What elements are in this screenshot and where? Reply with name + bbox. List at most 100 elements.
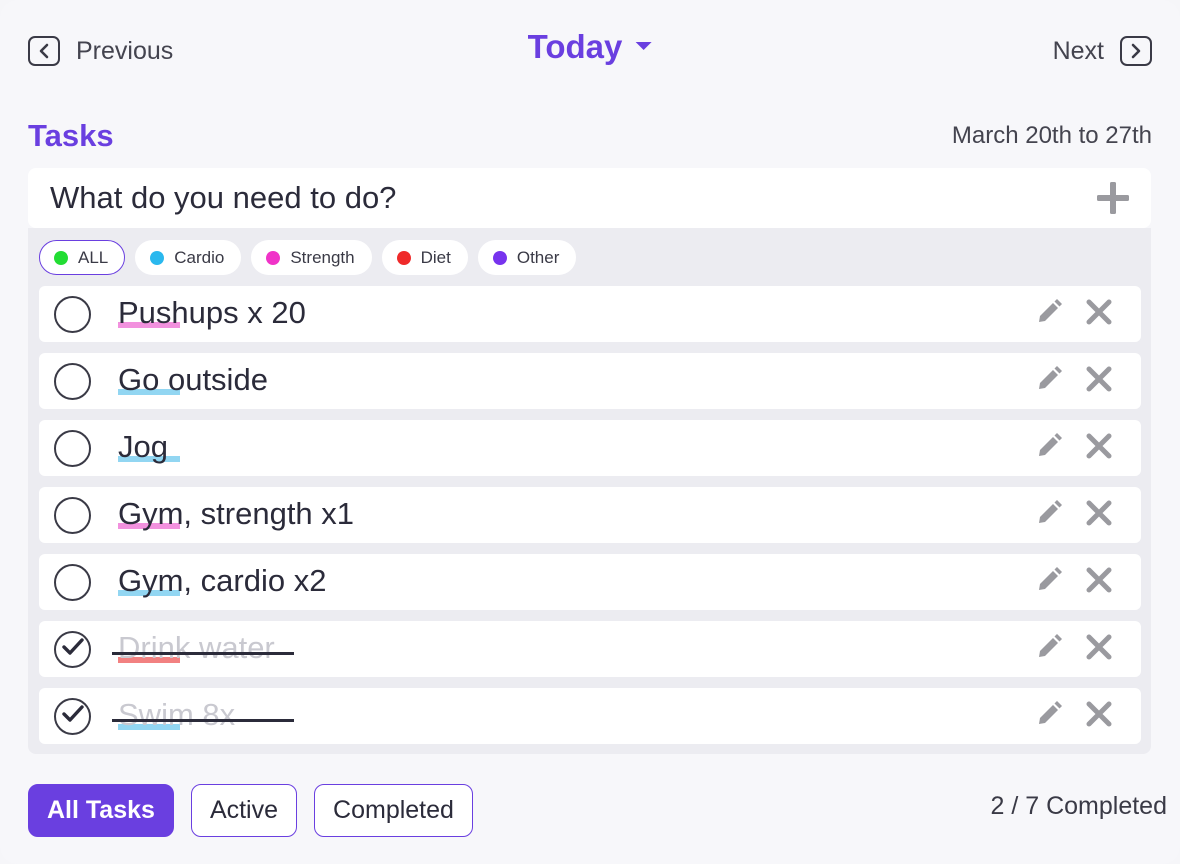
edit-button[interactable] [1034, 700, 1064, 733]
close-icon [1085, 633, 1113, 666]
task-text-wrapper: Go outside [118, 362, 268, 397]
status-tabs: All Tasks Active Completed [28, 784, 473, 837]
delete-button[interactable] [1084, 366, 1114, 396]
task-text-wrapper: Swim 8x [112, 697, 294, 732]
pencil-icon [1035, 499, 1063, 532]
filter-chip-diet[interactable]: Diet [381, 240, 468, 275]
chevron-left-icon [28, 36, 60, 66]
task-checkbox[interactable] [54, 363, 91, 400]
task-label: Gym, strength x1 [118, 496, 355, 531]
task-actions [1034, 432, 1114, 465]
completed-count: 2 / 7 Completed [990, 792, 1168, 820]
app: Previous Today Next Tasks March 20th to … [0, 0, 1180, 864]
delete-button[interactable] [1084, 299, 1114, 329]
task-checkbox[interactable] [54, 296, 91, 333]
next-label: Next [1052, 36, 1104, 65]
task-list: Pushups x 20 Go outside Jog Gym, strength x… [39, 286, 1141, 755]
delete-button[interactable] [1084, 634, 1114, 664]
filter-chip-other[interactable]: Other [477, 240, 577, 275]
period-dropdown[interactable]: Today [528, 28, 653, 66]
filter-chip-label: Strength [290, 247, 355, 267]
task-text-wrapper: Gym, cardio x2 [118, 563, 326, 598]
strikethrough-line [112, 652, 294, 655]
close-icon [1085, 432, 1113, 465]
task-actions [1034, 633, 1114, 664]
close-icon [1085, 365, 1113, 398]
caret-down-icon [634, 38, 652, 56]
previous-button[interactable]: Previous [28, 36, 173, 66]
new-task-input[interactable] [50, 176, 1050, 220]
period-label: Today [527, 28, 623, 65]
plus-icon [1097, 182, 1129, 214]
task-label: Jog [118, 429, 168, 464]
task-label: Swim 8x [118, 697, 236, 732]
pencil-icon [1035, 700, 1063, 733]
new-task-bar [28, 168, 1151, 228]
date-range: March 20th to 27th [951, 122, 1152, 149]
tasks-title: Tasks [28, 118, 114, 153]
edit-button[interactable] [1034, 432, 1064, 465]
edit-button[interactable] [1034, 566, 1064, 597]
delete-button[interactable] [1084, 567, 1114, 597]
pencil-icon [1035, 365, 1063, 398]
pencil-icon [1035, 432, 1063, 465]
task-text: Go outside [118, 362, 268, 398]
tab-active[interactable]: Active [190, 784, 298, 837]
edit-button[interactable] [1034, 499, 1064, 532]
close-icon [1085, 499, 1113, 532]
next-button[interactable]: Next [1053, 36, 1152, 66]
date-navigation: Previous Today Next [28, 28, 1152, 74]
edit-button[interactable] [1034, 365, 1064, 398]
category-dot [54, 250, 68, 265]
close-icon [1085, 700, 1113, 733]
task-label: Pushups x 20 [118, 295, 306, 330]
filter-chip-all[interactable]: ALL [39, 240, 126, 275]
task-checkbox[interactable] [54, 430, 91, 467]
task-text: Pushups x 20 [118, 295, 306, 331]
delete-button[interactable] [1084, 701, 1114, 731]
filter-chip-cardio[interactable]: Cardio [135, 240, 242, 275]
previous-label: Previous [76, 36, 174, 65]
task-actions [1034, 566, 1114, 597]
delete-button[interactable] [1084, 433, 1114, 463]
task-panel: ALL Cardio Strength Diet Other Pushups x 20 G… [28, 228, 1151, 754]
delete-button[interactable] [1084, 500, 1114, 530]
filter-chip-strength[interactable]: Strength [251, 240, 372, 275]
chevron-right-icon [1120, 36, 1152, 66]
edit-button[interactable] [1034, 633, 1064, 664]
checkmark-icon [61, 638, 84, 661]
pencil-icon [1035, 298, 1063, 331]
task-checkbox[interactable] [54, 631, 91, 668]
filter-chip-label: ALL [78, 247, 109, 267]
task-text: Swim 8x [112, 697, 294, 733]
filter-chip-label: Cardio [174, 247, 225, 267]
task-checkbox[interactable] [54, 497, 91, 534]
task-text: Gym, cardio x2 [118, 563, 326, 599]
task-text: Gym, strength x1 [118, 496, 354, 532]
filter-chip-label: Other [516, 247, 560, 267]
task-text-wrapper: Gym, strength x1 [118, 496, 354, 531]
category-filters: ALL Cardio Strength Diet Other [39, 240, 577, 275]
task-item: Swim 8x [39, 688, 1141, 744]
task-label: Go outside [118, 362, 268, 397]
edit-button[interactable] [1034, 298, 1064, 331]
checkmark-icon [61, 705, 84, 728]
close-icon [1085, 298, 1113, 331]
task-actions [1034, 298, 1114, 331]
task-text: Drink water [112, 630, 294, 666]
task-actions [1034, 499, 1114, 532]
task-checkbox[interactable] [54, 698, 91, 735]
category-dot [396, 250, 411, 265]
tab-completed[interactable]: Completed [314, 784, 473, 837]
task-item: Drink water [39, 621, 1141, 677]
task-label: Gym, cardio x2 [118, 563, 327, 598]
task-item: Gym, strength x1 [39, 487, 1141, 543]
task-text-wrapper: Jog [118, 429, 180, 464]
add-task-button[interactable] [1095, 180, 1131, 216]
category-dot [492, 250, 507, 265]
task-checkbox[interactable] [54, 564, 91, 601]
tab-all-tasks[interactable]: All Tasks [28, 784, 174, 837]
task-item: Jog [39, 420, 1141, 476]
task-text-wrapper: Pushups x 20 [118, 295, 306, 330]
task-actions [1034, 700, 1114, 733]
